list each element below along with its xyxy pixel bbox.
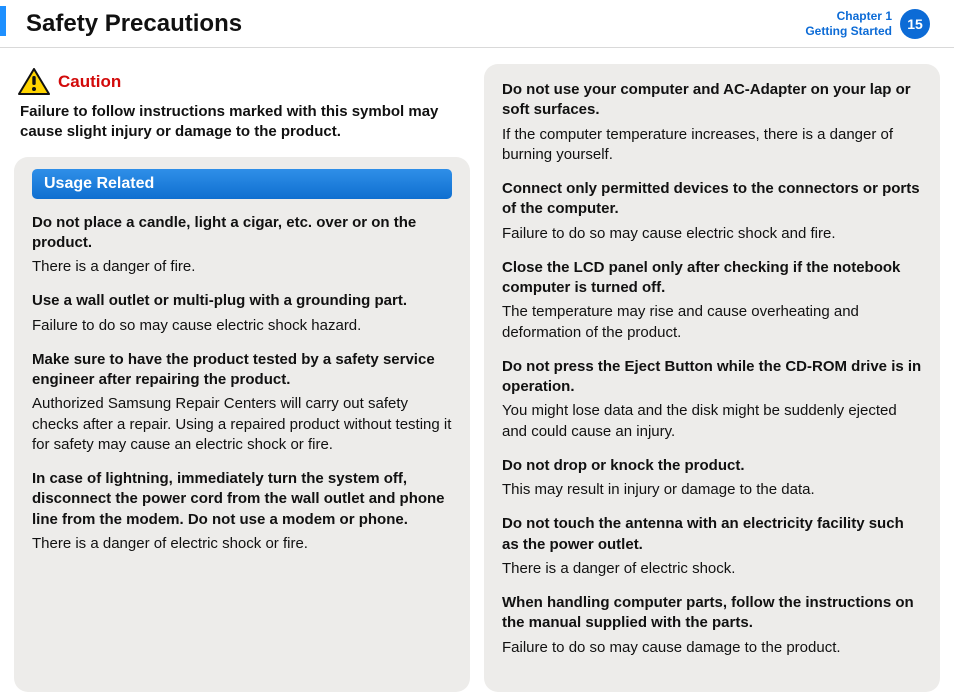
list-item: Do not drop or knock the product. This m…	[502, 456, 922, 501]
list-item: Close the LCD panel only after checking …	[502, 258, 922, 343]
chapter-line-2: Getting Started	[805, 24, 892, 39]
item-heading: In case of lightning, immediately turn t…	[32, 469, 452, 530]
item-heading: When handling computer parts, follow the…	[502, 593, 922, 634]
list-item: Do not place a candle, light a cigar, et…	[32, 213, 452, 278]
list-item: Make sure to have the product tested by …	[32, 350, 452, 455]
usage-card-right: Do not use your computer and AC-Adapter …	[484, 64, 940, 692]
chapter-meta: Chapter 1 Getting Started	[805, 9, 892, 39]
chapter-line-1: Chapter 1	[805, 9, 892, 24]
caution-label: Caution	[58, 72, 121, 92]
item-heading: Use a wall outlet or multi-plug with a g…	[32, 291, 452, 311]
page-title: Safety Precautions	[26, 10, 242, 38]
list-item: Do not touch the antenna with an electri…	[502, 514, 922, 579]
page: Safety Precautions Chapter 1 Getting Sta…	[0, 0, 954, 677]
item-heading: Do not place a candle, light a cigar, et…	[32, 213, 452, 254]
content-columns: Caution Failure to follow instructions m…	[0, 48, 954, 692]
warning-triangle-icon	[18, 68, 50, 96]
section-title: Usage Related	[32, 169, 452, 199]
item-body: Failure to do so may cause electric shoc…	[32, 316, 452, 336]
item-heading: Close the LCD panel only after checking …	[502, 258, 922, 299]
header-accent	[0, 6, 6, 36]
list-item: When handling computer parts, follow the…	[502, 593, 922, 658]
caution-text: Failure to follow instructions marked wi…	[20, 102, 464, 143]
header: Safety Precautions Chapter 1 Getting Sta…	[0, 0, 954, 48]
item-heading: Do not use your computer and AC-Adapter …	[502, 80, 922, 121]
left-column: Caution Failure to follow instructions m…	[14, 64, 470, 692]
usage-card-left: Usage Related Do not place a candle, lig…	[14, 157, 470, 692]
item-heading: Connect only permitted devices to the co…	[502, 179, 922, 220]
item-body: There is a danger of electric shock.	[502, 559, 922, 579]
right-column: Do not use your computer and AC-Adapter …	[484, 64, 940, 692]
item-body: The temperature may rise and cause overh…	[502, 302, 922, 343]
item-body: You might lose data and the disk might b…	[502, 401, 922, 442]
item-body: There is a danger of electric shock or f…	[32, 534, 452, 554]
header-right: Chapter 1 Getting Started 15	[805, 9, 930, 39]
item-body: There is a danger of fire.	[32, 257, 452, 277]
item-heading: Do not touch the antenna with an electri…	[502, 514, 922, 555]
list-item: In case of lightning, immediately turn t…	[32, 469, 452, 554]
page-number-badge: 15	[900, 9, 930, 39]
list-item: Connect only permitted devices to the co…	[502, 179, 922, 244]
caution-header: Caution	[18, 68, 466, 96]
item-heading: Do not press the Eject Button while the …	[502, 357, 922, 398]
item-heading: Do not drop or knock the product.	[502, 456, 922, 476]
item-body: This may result in injury or damage to t…	[502, 480, 922, 500]
item-body: Authorized Samsung Repair Centers will c…	[32, 394, 452, 455]
item-body: If the computer temperature increases, t…	[502, 125, 922, 166]
list-item: Use a wall outlet or multi-plug with a g…	[32, 291, 452, 336]
list-item: Do not press the Eject Button while the …	[502, 357, 922, 442]
item-heading: Make sure to have the product tested by …	[32, 350, 452, 391]
item-body: Failure to do so may cause electric shoc…	[502, 224, 922, 244]
list-item: Do not use your computer and AC-Adapter …	[502, 80, 922, 165]
item-body: Failure to do so may cause damage to the…	[502, 638, 922, 658]
